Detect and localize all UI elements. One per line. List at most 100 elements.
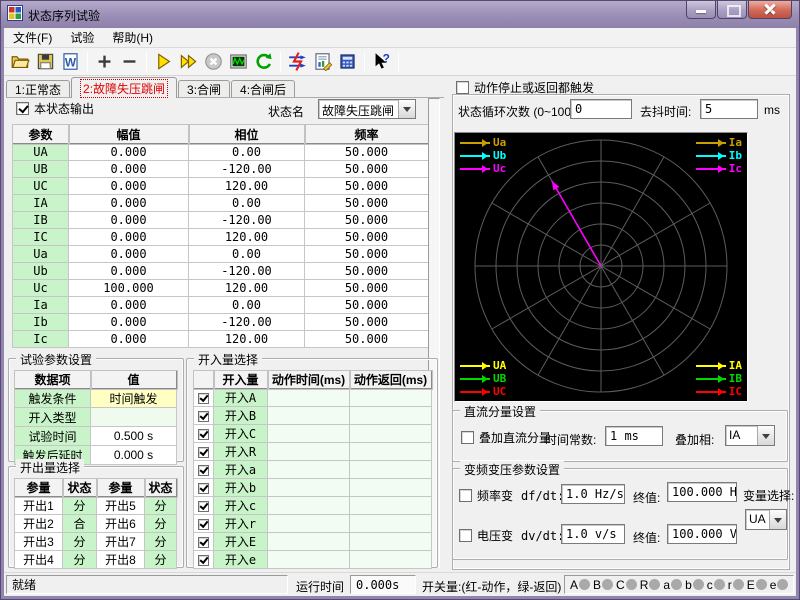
superimpose-phase-dropdown[interactable]: IA <box>725 425 775 446</box>
variable-select-dropdown[interactable]: UA <box>745 509 787 530</box>
maximize-button[interactable] <box>717 0 747 19</box>
output-contact-button[interactable] <box>285 50 310 74</box>
add-state-button[interactable] <box>92 50 117 74</box>
input-checkbox[interactable] <box>194 407 214 425</box>
input-checkbox[interactable] <box>194 443 214 461</box>
phase-cell[interactable]: -120.00 <box>189 314 305 331</box>
calculator-button[interactable] <box>335 50 360 74</box>
output-state-cell[interactable]: 分 <box>63 551 97 569</box>
input-checkbox[interactable] <box>194 479 214 497</box>
value-cell[interactable]: 0.000 s <box>91 446 177 465</box>
tab-close-state[interactable]: 3:合闸 <box>178 80 230 98</box>
frequency-cell[interactable]: 50.000 <box>305 314 429 331</box>
amplitude-cell[interactable]: 0.000 <box>69 212 189 229</box>
time-constant-input[interactable]: 1 ms <box>605 426 663 446</box>
phase-cell[interactable]: 0.00 <box>189 297 305 314</box>
output-state-cell[interactable]: 分 <box>145 515 177 533</box>
value-cell[interactable]: 时间触发 <box>91 389 177 408</box>
amplitude-cell[interactable]: 0.000 <box>69 195 189 212</box>
amplitude-cell[interactable]: 0.000 <box>69 246 189 263</box>
state-name-dropdown[interactable]: 故障失压跳闸 <box>318 99 416 119</box>
dc-superimpose-checkbox[interactable]: 叠加直流分量 <box>461 429 551 446</box>
amplitude-cell[interactable]: 0.000 <box>69 263 189 280</box>
amplitude-cell[interactable]: 0.000 <box>69 331 189 348</box>
help-button[interactable]: ? <box>369 50 394 74</box>
remove-state-button[interactable] <box>117 50 142 74</box>
frequency-cell[interactable]: 50.000 <box>305 280 429 297</box>
phase-cell[interactable]: 120.00 <box>189 280 305 297</box>
loop-count-input[interactable]: 0 <box>570 99 632 119</box>
output-state-cell[interactable]: 合 <box>63 515 97 533</box>
phase-cell[interactable]: -120.00 <box>189 212 305 229</box>
phase-cell[interactable]: -120.00 <box>189 263 305 280</box>
input-checkbox[interactable] <box>194 551 214 569</box>
phase-cell[interactable]: 0.00 <box>189 195 305 212</box>
export-word-button[interactable]: W <box>58 50 83 74</box>
start-button[interactable] <box>151 50 176 74</box>
frequency-cell[interactable]: 50.000 <box>305 178 429 195</box>
dfdt-input[interactable]: 1.0 Hz/s <box>561 484 625 504</box>
open-button[interactable] <box>8 50 33 74</box>
output-row: 开出3 分 开出7 分 <box>15 533 177 551</box>
phase-cell[interactable]: -120.00 <box>189 161 305 178</box>
frequency-cell[interactable]: 50.000 <box>305 263 429 280</box>
led-dot-icon <box>756 579 767 590</box>
tab-normal-state[interactable]: 1:正常态 <box>6 80 70 98</box>
phase-cell[interactable]: 0.00 <box>189 246 305 263</box>
amplitude-cell[interactable]: 0.000 <box>69 161 189 178</box>
menu-help[interactable]: 帮助(H) <box>103 27 162 48</box>
frequency-cell[interactable]: 50.000 <box>305 212 429 229</box>
phase-cell[interactable]: 0.00 <box>189 144 305 161</box>
input-checkbox[interactable] <box>194 461 214 479</box>
amplitude-cell[interactable]: 0.000 <box>69 144 189 161</box>
frequency-cell[interactable]: 50.000 <box>305 246 429 263</box>
tab-fault-trip-state[interactable]: 2:故障失压跳闸 <box>71 77 177 98</box>
value-cell[interactable] <box>91 408 177 427</box>
freq-end-input[interactable]: 100.000 Hz <box>667 482 737 502</box>
menu-file[interactable]: 文件(F) <box>4 27 61 48</box>
led-dot-icon <box>579 579 590 590</box>
close-button[interactable] <box>748 0 792 19</box>
undo-button[interactable] <box>251 50 276 74</box>
frequency-cell[interactable]: 50.000 <box>305 229 429 246</box>
output-state-cell[interactable]: 分 <box>63 533 97 551</box>
input-checkbox[interactable] <box>194 515 214 533</box>
dvdt-input[interactable]: 1.0 v/s <box>561 524 625 544</box>
state-output-checkbox[interactable]: 本状态输出 <box>16 100 94 117</box>
phase-cell[interactable]: 120.00 <box>189 331 305 348</box>
output-state-cell[interactable]: 分 <box>145 533 177 551</box>
input-checkbox[interactable] <box>194 533 214 551</box>
output-state-cell[interactable]: 分 <box>63 497 97 515</box>
output-state-cell[interactable]: 分 <box>145 551 177 569</box>
minimize-button[interactable] <box>686 0 716 19</box>
volt-ramp-checkbox[interactable]: 电压变 <box>459 527 513 544</box>
frequency-cell[interactable]: 50.000 <box>305 331 429 348</box>
frequency-cell[interactable]: 50.000 <box>305 195 429 212</box>
input-checkbox[interactable] <box>194 425 214 443</box>
fast-forward-button[interactable] <box>176 50 201 74</box>
waveform-button[interactable] <box>226 50 251 74</box>
phase-cell[interactable]: 120.00 <box>189 229 305 246</box>
output-state-cell[interactable]: 分 <box>145 497 177 515</box>
report-button[interactable] <box>310 50 335 74</box>
frequency-cell[interactable]: 50.000 <box>305 144 429 161</box>
volt-end-input[interactable]: 100.000 V <box>667 524 737 544</box>
amplitude-cell[interactable]: 0.000 <box>69 314 189 331</box>
freq-ramp-checkbox[interactable]: 频率变 <box>459 487 513 504</box>
tab-after-close-state[interactable]: 4:合闸后 <box>231 80 295 98</box>
value-cell[interactable]: 0.500 s <box>91 427 177 446</box>
debounce-input[interactable]: 5 <box>700 99 758 119</box>
save-button[interactable] <box>33 50 58 74</box>
input-checkbox[interactable] <box>194 389 214 407</box>
phase-cell[interactable]: 120.00 <box>189 178 305 195</box>
stop-button[interactable] <box>201 50 226 74</box>
amplitude-cell[interactable]: 0.000 <box>69 178 189 195</box>
param-name-cell: IC <box>13 229 69 246</box>
amplitude-cell[interactable]: 100.000 <box>69 280 189 297</box>
input-checkbox[interactable] <box>194 497 214 515</box>
amplitude-cell[interactable]: 0.000 <box>69 229 189 246</box>
menu-test[interactable]: 试验 <box>61 27 103 48</box>
amplitude-cell[interactable]: 0.000 <box>69 297 189 314</box>
frequency-cell[interactable]: 50.000 <box>305 297 429 314</box>
frequency-cell[interactable]: 50.000 <box>305 161 429 178</box>
